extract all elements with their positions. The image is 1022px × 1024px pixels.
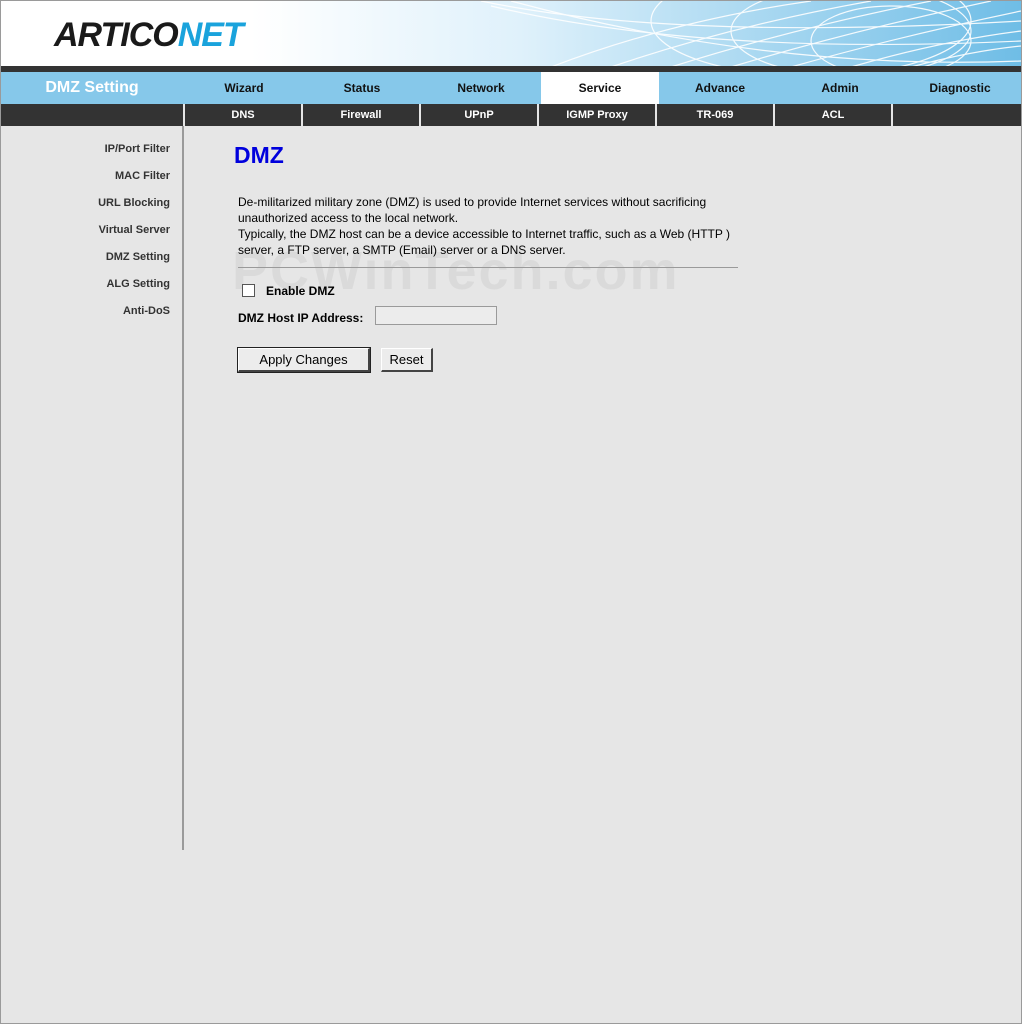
subtab-firewall[interactable]: Firewall bbox=[301, 104, 419, 126]
subtab-acl[interactable]: ACL bbox=[773, 104, 891, 126]
tab-wizard[interactable]: Wizard bbox=[185, 72, 303, 104]
tab-admin[interactable]: Admin bbox=[781, 72, 899, 104]
section-title: DMZ Setting bbox=[45, 79, 139, 96]
subtab-dns[interactable]: DNS bbox=[183, 104, 301, 126]
articonet-logo: ARTICONET bbox=[54, 13, 244, 57]
tab-service[interactable]: Service bbox=[541, 72, 659, 104]
description: De-militarized military zone (DMZ) is us… bbox=[238, 194, 738, 258]
subtab-empty bbox=[891, 104, 1021, 126]
tab-diagnostic[interactable]: Diagnostic bbox=[901, 72, 1019, 104]
logo-text-part2: NET bbox=[177, 16, 244, 54]
subtab-upnp[interactable]: UPnP bbox=[419, 104, 537, 126]
tab-network[interactable]: Network bbox=[422, 72, 540, 104]
description-line-1: De-militarized military zone (DMZ) is us… bbox=[238, 195, 707, 225]
tab-status[interactable]: Status bbox=[303, 72, 421, 104]
subtab-tr069[interactable]: TR-069 bbox=[655, 104, 773, 126]
description-line-2: Typically, the DMZ host can be a device … bbox=[238, 227, 730, 257]
sidebar-item-anti-dos[interactable]: Anti-DoS bbox=[123, 305, 170, 317]
sidebar-item-mac-filter[interactable]: MAC Filter bbox=[115, 170, 170, 182]
enable-dmz-checkbox[interactable] bbox=[242, 284, 255, 297]
sidebar-item-alg-setting[interactable]: ALG Setting bbox=[106, 278, 170, 290]
main-nav: DMZ Setting Wizard Status Network Servic… bbox=[1, 72, 1021, 104]
subtab-igmp-proxy[interactable]: IGMP Proxy bbox=[537, 104, 655, 126]
header: ARTICONET bbox=[1, 1, 1021, 67]
globe-graphic bbox=[251, 1, 1021, 67]
logo-text-part1: ARTICO bbox=[54, 16, 179, 54]
sidebar-item-virtual-server[interactable]: Virtual Server bbox=[99, 224, 170, 236]
sidebar-item-dmz-setting[interactable]: DMZ Setting bbox=[106, 251, 170, 263]
dmz-host-ip-label: DMZ Host IP Address: bbox=[238, 311, 364, 325]
sidebar-item-url-blocking[interactable]: URL Blocking bbox=[98, 197, 170, 209]
reset-button[interactable]: Reset bbox=[381, 348, 433, 372]
apply-changes-button[interactable]: Apply Changes bbox=[237, 347, 371, 373]
sidebar: IP/Port Filter MAC Filter URL Blocking V… bbox=[1, 126, 184, 850]
divider bbox=[238, 267, 738, 268]
dmz-host-ip-input[interactable] bbox=[375, 306, 497, 325]
sidebar-item-ip-port-filter[interactable]: IP/Port Filter bbox=[105, 143, 170, 155]
page-title: DMZ bbox=[234, 142, 284, 168]
enable-dmz-label: Enable DMZ bbox=[266, 284, 335, 298]
tab-advance[interactable]: Advance bbox=[661, 72, 779, 104]
sub-nav: DNS Firewall UPnP IGMP Proxy TR-069 ACL bbox=[1, 104, 1021, 126]
